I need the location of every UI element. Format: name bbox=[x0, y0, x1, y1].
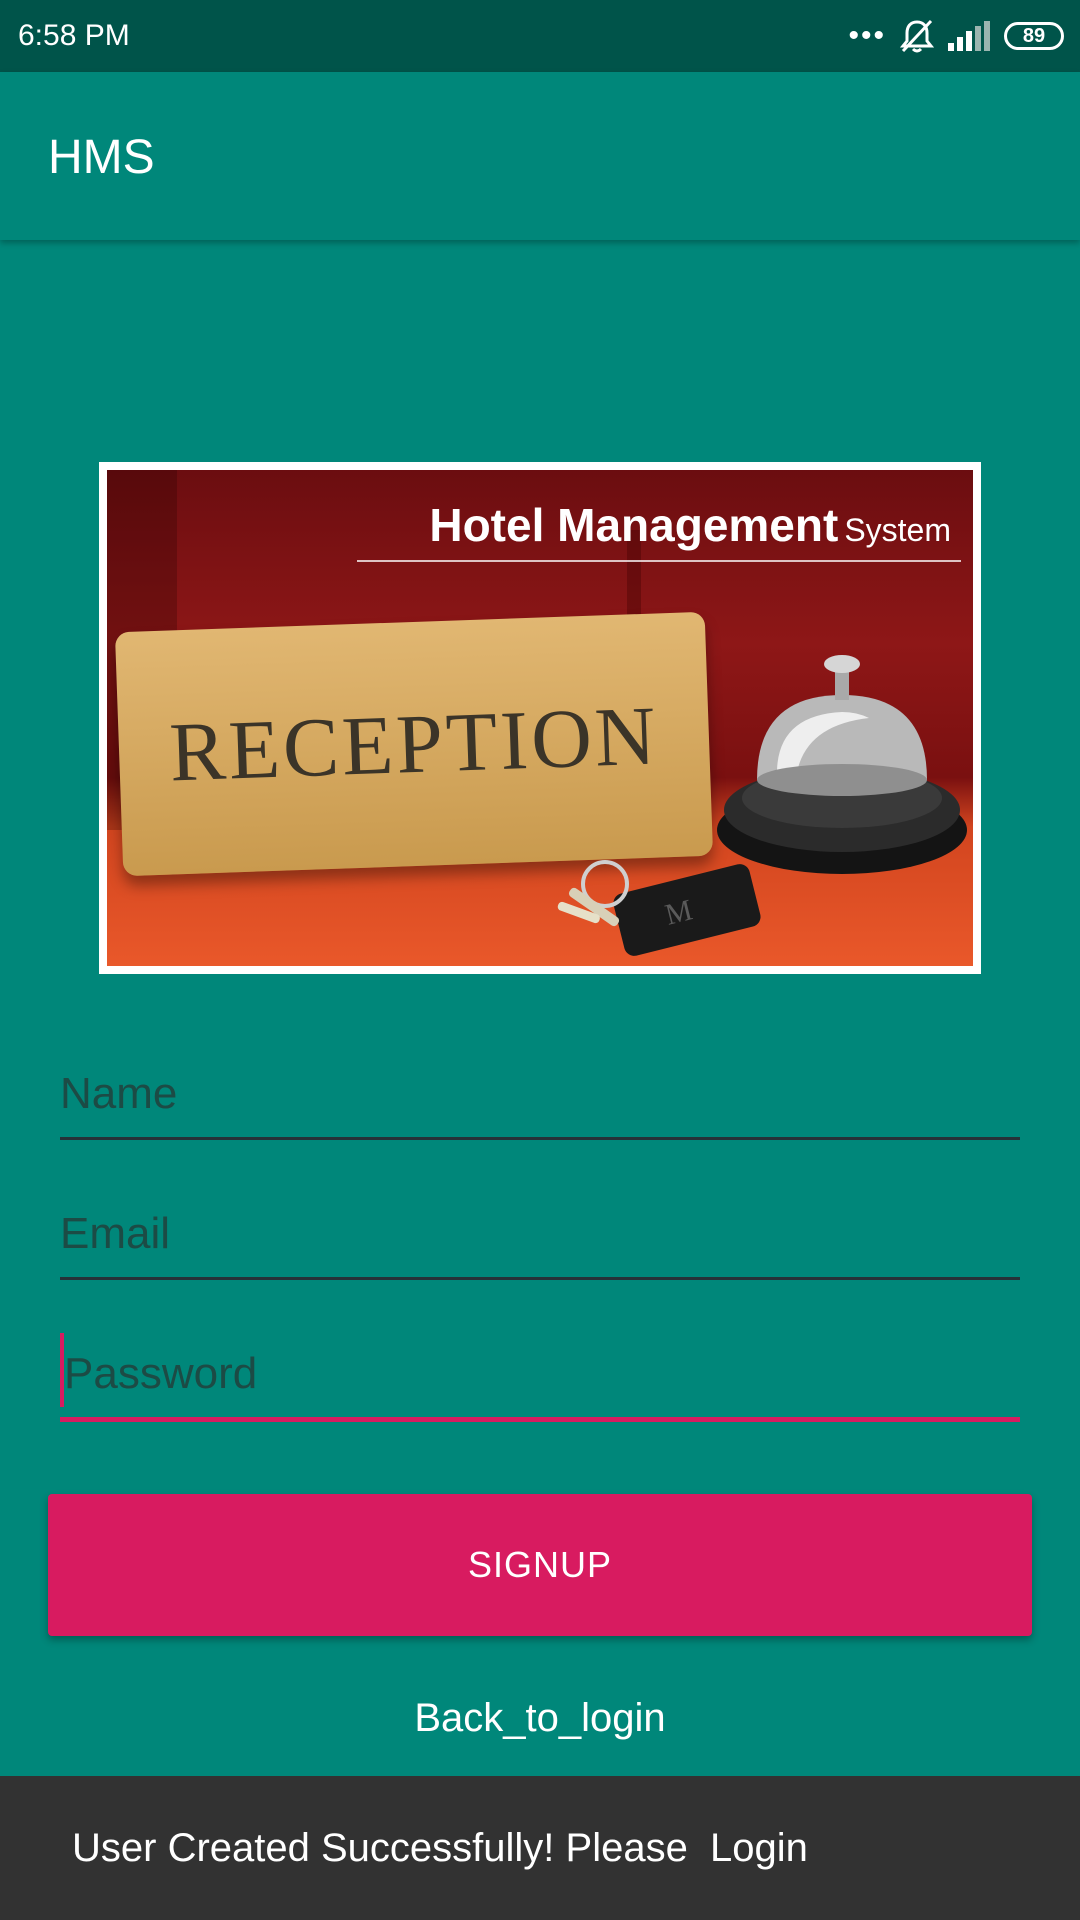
more-dots-icon: ••• bbox=[848, 19, 886, 52]
banner-rule bbox=[357, 560, 961, 562]
banner-title: Hotel Management System bbox=[429, 498, 951, 552]
reception-sign: RECEPTION bbox=[114, 611, 714, 877]
password-field[interactable] bbox=[60, 1326, 1024, 1422]
banner-title-main: Hotel Management bbox=[429, 499, 839, 551]
email-field[interactable] bbox=[60, 1184, 1020, 1280]
battery-level: 89 bbox=[1022, 25, 1046, 47]
name-input[interactable] bbox=[60, 1059, 1020, 1129]
email-input[interactable] bbox=[60, 1199, 1020, 1269]
banner-photo: Hotel Management System RECEPTION M bbox=[107, 470, 973, 966]
room-keys-icon: M bbox=[557, 860, 761, 956]
hotel-banner-image: Hotel Management System RECEPTION M bbox=[99, 462, 981, 974]
status-icons: ••• 89 bbox=[848, 16, 1064, 56]
signup-button[interactable]: SIGNUP bbox=[48, 1494, 1032, 1636]
snackbar: User Created Successfully! Please Login bbox=[0, 1776, 1080, 1920]
reception-sign-text: RECEPTION bbox=[168, 688, 660, 800]
back-to-login-link[interactable]: Back_to_login bbox=[0, 1690, 1080, 1746]
name-field[interactable] bbox=[60, 1044, 1020, 1140]
app-title: HMS bbox=[48, 131, 155, 184]
banner-title-sub: System bbox=[844, 512, 951, 548]
status-bar: 6:58 PM ••• 89 bbox=[0, 0, 1080, 72]
signal-icon bbox=[948, 21, 990, 51]
battery-icon: 89 bbox=[1004, 22, 1064, 50]
password-input[interactable] bbox=[60, 1339, 1024, 1409]
status-time: 6:58 PM bbox=[18, 19, 130, 52]
app-bar: HMS bbox=[0, 72, 1080, 240]
snackbar-message: User Created Successfully! Please Login bbox=[72, 1826, 808, 1870]
notifications-off-icon bbox=[900, 19, 934, 53]
